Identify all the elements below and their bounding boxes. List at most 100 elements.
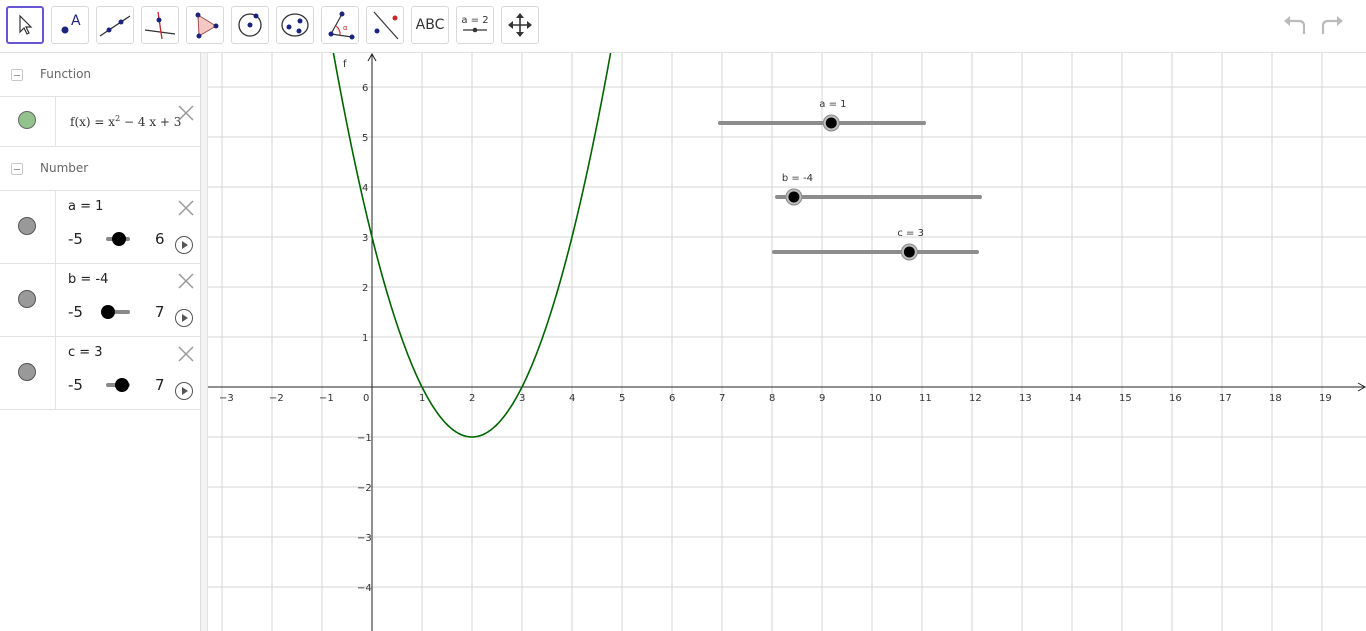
ellipse-tool-button[interactable] [276, 6, 314, 44]
mini-slider-knob[interactable] [101, 305, 115, 319]
line-tool-button[interactable] [96, 6, 134, 44]
x-tick-label: 1 [419, 393, 425, 404]
slider-label: a = 1 [819, 99, 846, 110]
undo-icon [1284, 16, 1306, 34]
point-tool-button[interactable]: A [51, 6, 89, 44]
x-tick-label: 19 [1319, 393, 1332, 404]
number-item-b[interactable]: b = -4 -5 7 [0, 264, 200, 337]
function-exponent: 2 [115, 114, 121, 123]
number-category: Number [0, 147, 200, 191]
collapse-toggle-icon[interactable] [11, 69, 23, 81]
visibility-toggle[interactable] [0, 191, 56, 263]
x-tick-label: 18 [1269, 393, 1282, 404]
number-color-dot[interactable] [18, 363, 36, 381]
polygon-icon [195, 12, 219, 39]
close-icon[interactable] [177, 345, 195, 363]
angle-tool-button[interactable]: α [321, 6, 359, 44]
slider-min: -5 [68, 376, 83, 394]
polygon-tool-button[interactable] [186, 6, 224, 44]
play-icon[interactable] [175, 382, 193, 400]
perpendicular-line-tool-button[interactable] [141, 6, 179, 44]
visibility-toggle[interactable] [0, 337, 56, 409]
collapse-toggle-icon[interactable] [11, 163, 23, 175]
function-label: f [343, 59, 347, 70]
y-tick-label: 6 [362, 83, 368, 94]
move-graphics-view-tool-button[interactable] [501, 6, 539, 44]
slider-tool-button[interactable]: a = 2 [456, 6, 494, 44]
close-icon[interactable] [177, 104, 195, 122]
x-tick-label: 3 [519, 393, 525, 404]
slider-max: 6 [155, 230, 165, 248]
x-tick-label: 9 [819, 393, 825, 404]
y-tick-label: −1 [357, 433, 372, 444]
y-tick-label: −2 [357, 483, 372, 494]
slider-max: 7 [155, 376, 165, 394]
circle-icon [238, 13, 262, 37]
x-tick-label: 8 [769, 393, 775, 404]
visibility-toggle[interactable] [0, 264, 56, 336]
function-category: Function [0, 53, 200, 97]
x-tick-label: 15 [1119, 393, 1132, 404]
svg-text:A: A [71, 13, 81, 29]
undo-button[interactable] [1280, 12, 1310, 40]
close-icon[interactable] [177, 199, 195, 217]
x-tick-label: 13 [1019, 393, 1032, 404]
function-color-dot[interactable] [18, 111, 36, 129]
view-resizer[interactable] [201, 53, 208, 631]
slider-min: -5 [68, 303, 83, 321]
close-icon[interactable] [177, 272, 195, 290]
x-tick-label: 10 [869, 393, 882, 404]
x-tick-label: 4 [569, 393, 575, 404]
x-tick-label: 16 [1169, 393, 1182, 404]
number-item-c[interactable]: c = 3 -5 7 [0, 337, 200, 410]
cursor-arrow-icon [19, 14, 33, 35]
function-category-label: Function [40, 67, 92, 81]
perpendicular-line-icon [144, 11, 176, 40]
y-tick-label: 3 [362, 233, 368, 244]
number-item-a[interactable]: a = 1 -5 6 [0, 191, 200, 264]
number-color-dot[interactable] [18, 217, 36, 235]
play-icon[interactable] [175, 309, 193, 327]
visibility-toggle[interactable] [0, 97, 56, 146]
move-tool-button[interactable] [6, 6, 44, 44]
mini-slider-knob[interactable] [115, 378, 129, 392]
y-tick-label: 5 [362, 133, 368, 144]
graphics-view[interactable]: −3 −2 −1 0 1 2 3 4 5 6 7 8 9 10 11 12 13 14 15 16 17 18 19 6 5 4 3… [208, 53, 1366, 631]
x-tick-label: 17 [1219, 393, 1232, 404]
slider-knob[interactable] [788, 191, 800, 203]
function-name: f(x) [70, 115, 91, 129]
y-tick-label: −4 [357, 583, 372, 594]
number-category-label: Number [40, 161, 89, 175]
function-item[interactable]: f(x) = x2 − 4 x + 3 [0, 97, 200, 147]
reflect-tool-button[interactable] [366, 6, 404, 44]
graphics-canvas[interactable]: −3 −2 −1 0 1 2 3 4 5 6 7 8 9 10 11 12 13 14 15 16 17 18 196543… [208, 53, 1366, 631]
redo-button[interactable] [1317, 12, 1347, 40]
x-tick-label: 11 [919, 393, 932, 404]
slider-knob[interactable] [825, 117, 837, 129]
redo-icon [1321, 16, 1343, 34]
y-tick-label: −3 [357, 533, 372, 544]
number-label[interactable]: a = 1 [68, 199, 103, 214]
algebra-view: Function f(x) = x2 − 4 x + 3 Number a = … [0, 53, 201, 631]
function-equals: = [94, 115, 105, 129]
x-tick-label: −1 [319, 393, 334, 404]
slider-max: 7 [155, 303, 165, 321]
slider-min: -5 [68, 230, 83, 248]
slider-knob[interactable] [903, 246, 915, 258]
x-tick-label: 7 [719, 393, 725, 404]
slider-label: b = -4 [782, 173, 813, 184]
x-tick-label: 14 [1069, 393, 1082, 404]
y-tick-label: 1 [362, 333, 368, 344]
line-icon [99, 15, 131, 37]
number-label[interactable]: c = 3 [68, 345, 103, 360]
text-tool-label: ABC [415, 17, 445, 33]
play-icon[interactable] [175, 236, 193, 254]
circle-tool-button[interactable] [231, 6, 269, 44]
number-color-dot[interactable] [18, 290, 36, 308]
mini-slider-knob[interactable] [112, 232, 127, 246]
x-tick-label: 5 [619, 393, 625, 404]
number-label[interactable]: b = -4 [68, 272, 108, 287]
svg-text:α: α [343, 24, 348, 32]
text-tool-button[interactable]: ABC [411, 6, 449, 44]
function-definition[interactable]: f(x) = x2 − 4 x + 3 [70, 114, 181, 129]
